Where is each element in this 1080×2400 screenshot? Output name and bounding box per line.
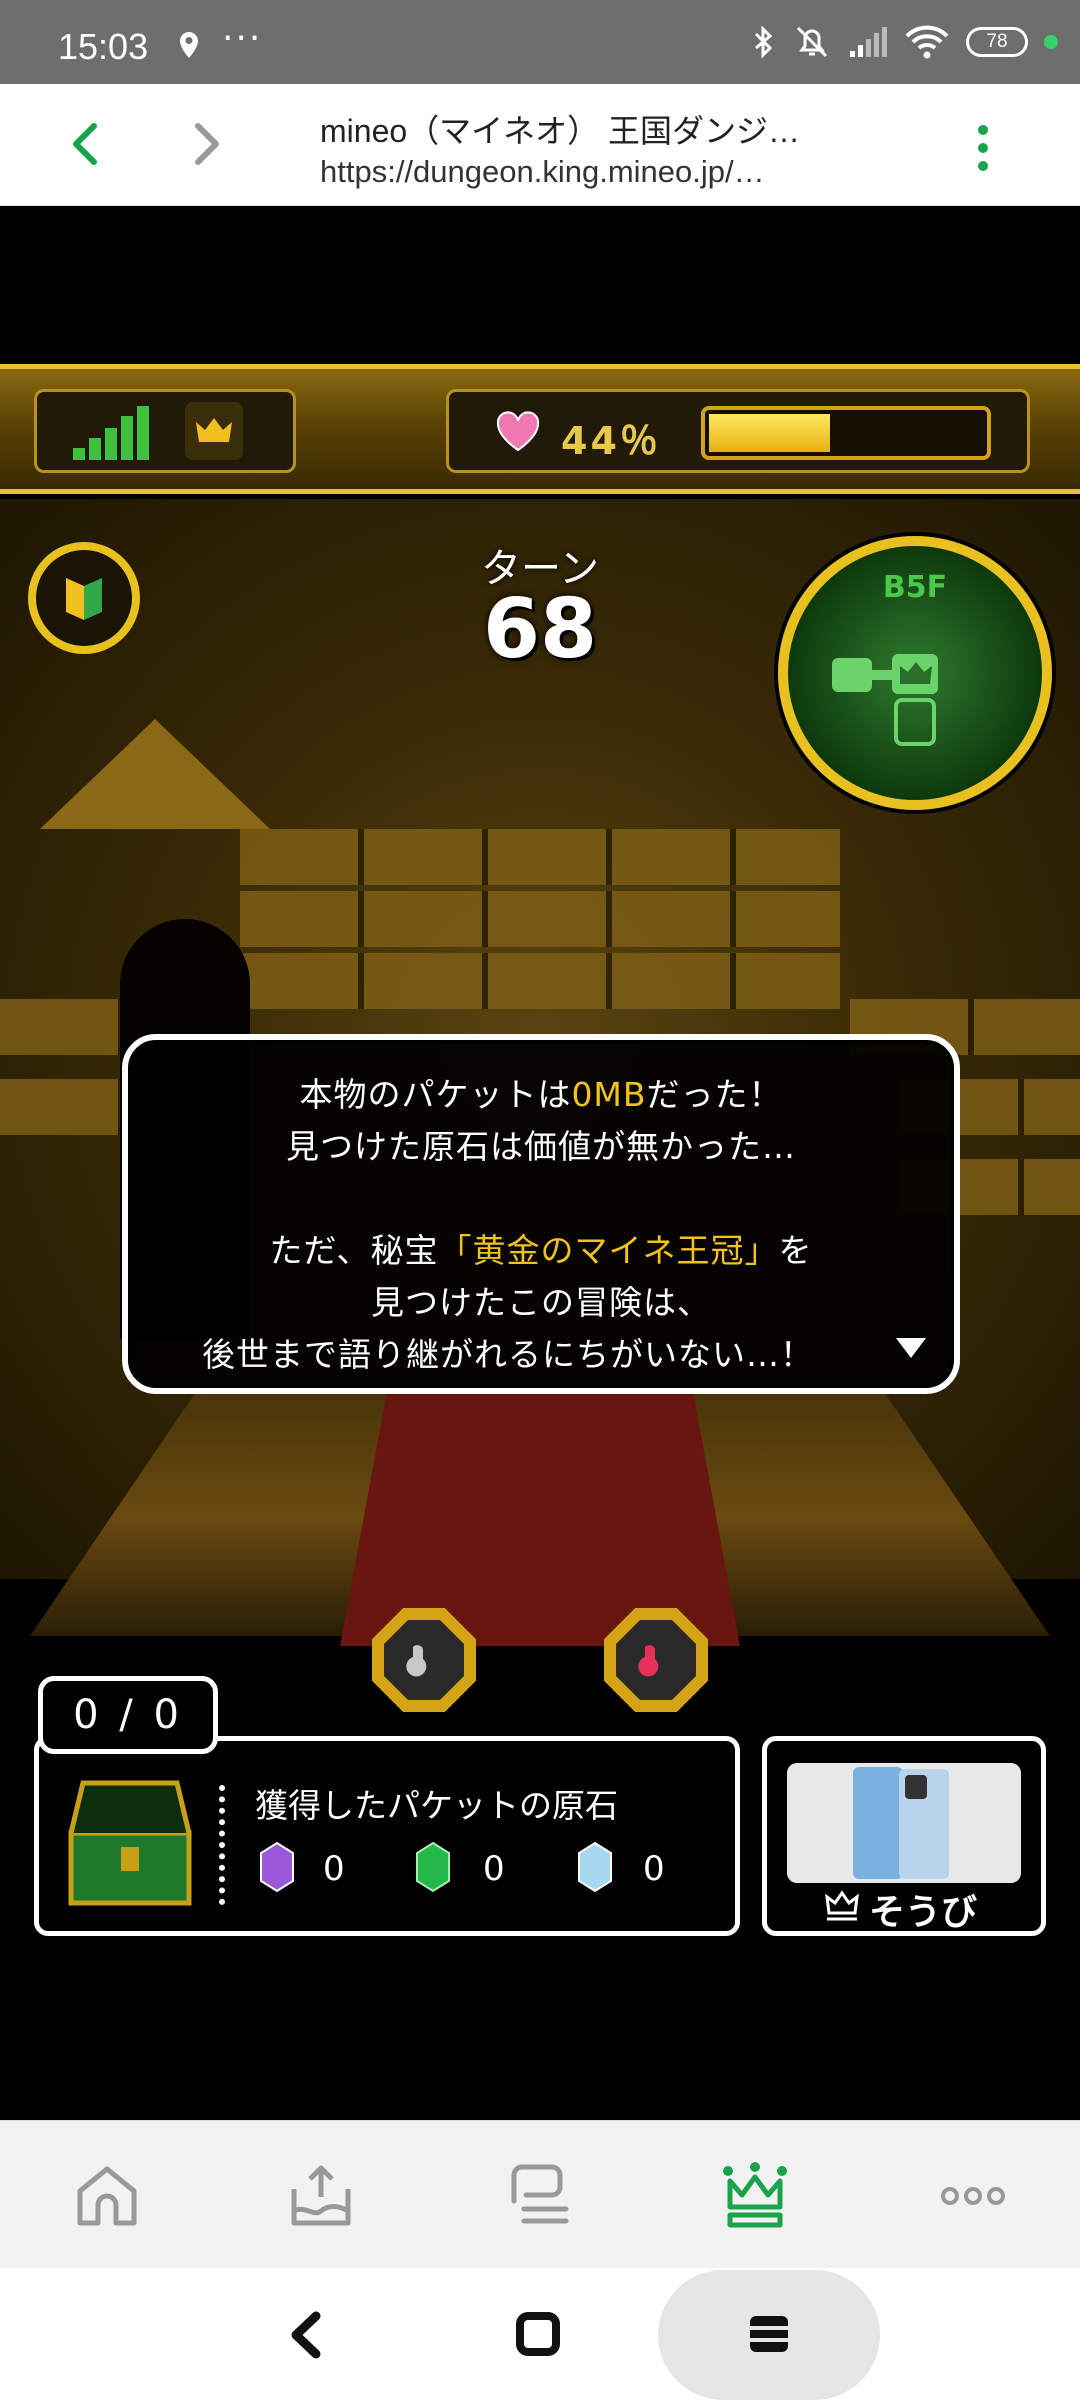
system-back-icon[interactable] [286, 2310, 330, 2360]
message-text: を [778, 1231, 813, 1270]
next-arrow-icon[interactable] [894, 1336, 928, 1360]
bottom-navigation [0, 2120, 1080, 2268]
gray-item-icon [406, 1645, 427, 1677]
beginner-badge[interactable] [28, 542, 140, 654]
message-text: ただ、秘宝 [269, 1231, 439, 1270]
home-icon[interactable] [72, 2161, 142, 2231]
beginner-mark-icon [66, 578, 102, 620]
door-pediment [40, 719, 270, 829]
equip-label: そうび [869, 1892, 978, 1933]
message-text: だった！ [646, 1075, 783, 1114]
hp-box: 44％ [446, 389, 1030, 473]
blue-stone-icon [578, 1841, 612, 1893]
dungeon-carpet [340, 1386, 740, 1646]
heart-icon [496, 411, 540, 452]
map-rooms-icon [832, 654, 938, 746]
bluetooth-icon [754, 25, 773, 59]
blue-stone-count: 0 [643, 1849, 665, 1889]
turn-number: 68 [482, 582, 598, 677]
more-menu-icon[interactable] [968, 118, 998, 178]
game-hud: 44％ [0, 364, 1080, 494]
treasure-chest-icon [68, 1780, 192, 1906]
system-recents-icon[interactable] [746, 2312, 792, 2356]
hp-bar [701, 406, 991, 460]
minimap[interactable]: B5F [778, 536, 1052, 810]
red-item-icon [638, 1645, 659, 1677]
status-time: 15:03 [58, 26, 149, 67]
floor-label: B5F [882, 570, 948, 605]
crown-nav-icon[interactable] [720, 2161, 790, 2231]
privacy-indicator-dot [1044, 35, 1058, 49]
signal-icon [850, 27, 887, 57]
equip-crown-icon [825, 1890, 859, 1921]
browser-toolbar: mineo（マイネオ） 王国ダンジ… https://dungeon.king.… [0, 84, 1080, 206]
message-text: 見つけたこの冒険は、 [371, 1283, 711, 1322]
message-text: 本物のパケットは [299, 1075, 572, 1114]
hp-bar-fill [709, 414, 830, 452]
green-stone-icon [416, 1841, 450, 1893]
stones-title: 獲得したパケットの原石 [255, 1786, 618, 1825]
hp-percent: 44％ [561, 419, 661, 463]
stones-panel: 獲得したパケットの原石 0 0 0 [34, 1736, 740, 1936]
signal-strength-icon [73, 406, 149, 460]
upload-icon[interactable] [286, 2161, 356, 2231]
message-text: 後世まで語り継がれるにちがいない…！ [202, 1335, 814, 1374]
purple-stone-count: 0 [323, 1849, 345, 1889]
location-icon [180, 32, 198, 58]
page-url[interactable]: https://dungeon.king.mineo.jp/… [320, 154, 880, 190]
connection-box [34, 389, 296, 473]
equip-button[interactable]: そうび [762, 1736, 1046, 1936]
message-highlight: 「黄金のマイネ王冠」 [438, 1231, 779, 1270]
green-stone-count: 0 [483, 1849, 505, 1889]
status-bar: 15:03 ··· 78 [0, 0, 1080, 84]
message-highlight: 0MB [571, 1075, 647, 1114]
game-area: 44％ ターン 68 B5F 本物のパケットは0MBだった！ 見つけた原石は価値… [0, 206, 1080, 2120]
message-text: 見つけた原石は価値が無かった… [286, 1127, 796, 1166]
system-home-icon[interactable] [514, 2310, 562, 2358]
wifi-icon [905, 25, 949, 59]
more-nav-icon[interactable] [938, 2161, 1008, 2231]
message-box[interactable]: 本物のパケットは0MBだった！ 見つけた原石は価値が無かった… ただ、秘宝「黄金… [122, 1034, 960, 1394]
mute-icon [796, 26, 828, 58]
crown-icon [196, 418, 232, 442]
page-title[interactable]: mineo（マイネオ） 王国ダンジ… [320, 106, 880, 152]
chest-counter: 0 / 0 [38, 1676, 218, 1754]
back-icon[interactable] [56, 114, 116, 174]
phone-icon [853, 1767, 949, 1879]
community-icon[interactable] [504, 2161, 574, 2231]
battery-icon: 78 [966, 27, 1028, 57]
forward-icon[interactable] [176, 114, 236, 174]
more-notifications-icon: ··· [222, 18, 263, 59]
equipped-phone-image [787, 1763, 1021, 1883]
purple-stone-icon [260, 1841, 294, 1893]
